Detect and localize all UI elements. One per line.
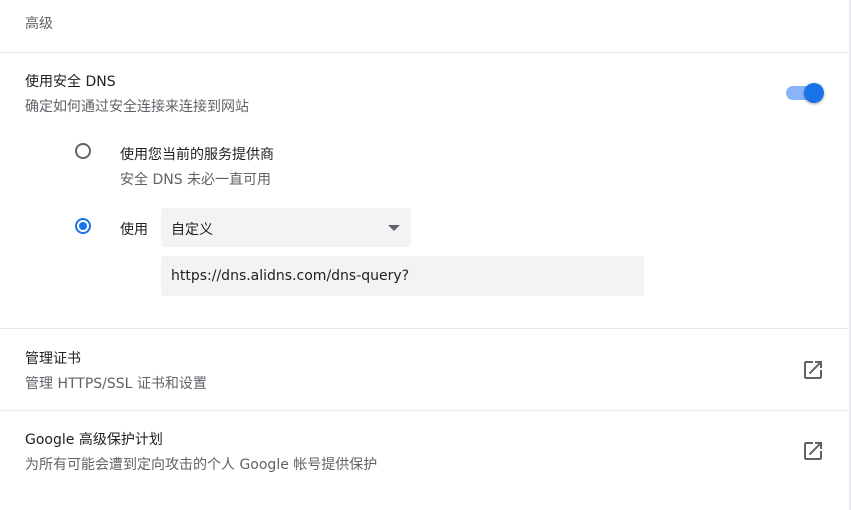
- manage-certificates-title: 管理证书: [25, 351, 81, 367]
- divider: [0, 328, 849, 329]
- dns-provider-select-value: 自定义: [171, 222, 213, 238]
- chevron-down-icon: [388, 225, 400, 231]
- radio-current-provider-label: 使用您当前的服务提供商: [120, 147, 274, 163]
- divider: [0, 410, 849, 411]
- secure-dns-toggle[interactable]: [786, 82, 824, 104]
- radio-custom-provider[interactable]: [75, 218, 91, 234]
- radio-current-provider[interactable]: [75, 143, 91, 159]
- divider: [0, 52, 849, 53]
- secure-dns-title: 使用安全 DNS: [25, 74, 116, 90]
- open-in-new-icon[interactable]: [801, 358, 825, 382]
- radio-custom-provider-label: 使用: [120, 222, 148, 238]
- settings-page: 高级 使用安全 DNS 确定如何通过安全连接来连接到网站 使用您当前的服务提供商…: [0, 0, 851, 510]
- secure-dns-subtitle: 确定如何通过安全连接来连接到网站: [25, 99, 249, 115]
- manage-certificates-subtitle: 管理 HTTPS/SSL 证书和设置: [25, 376, 207, 392]
- custom-dns-url-input[interactable]: [161, 256, 644, 296]
- advanced-protection-title: Google 高级保护计划: [25, 432, 163, 448]
- section-header: 高级: [25, 16, 53, 32]
- advanced-protection-subtitle: 为所有可能会遭到定向攻击的个人 Google 帐号提供保护: [25, 457, 378, 473]
- toggle-thumb: [804, 83, 824, 103]
- dns-provider-select[interactable]: 自定义: [161, 208, 411, 247]
- radio-current-provider-sub: 安全 DNS 未必一直可用: [120, 172, 272, 188]
- open-in-new-icon[interactable]: [801, 439, 825, 463]
